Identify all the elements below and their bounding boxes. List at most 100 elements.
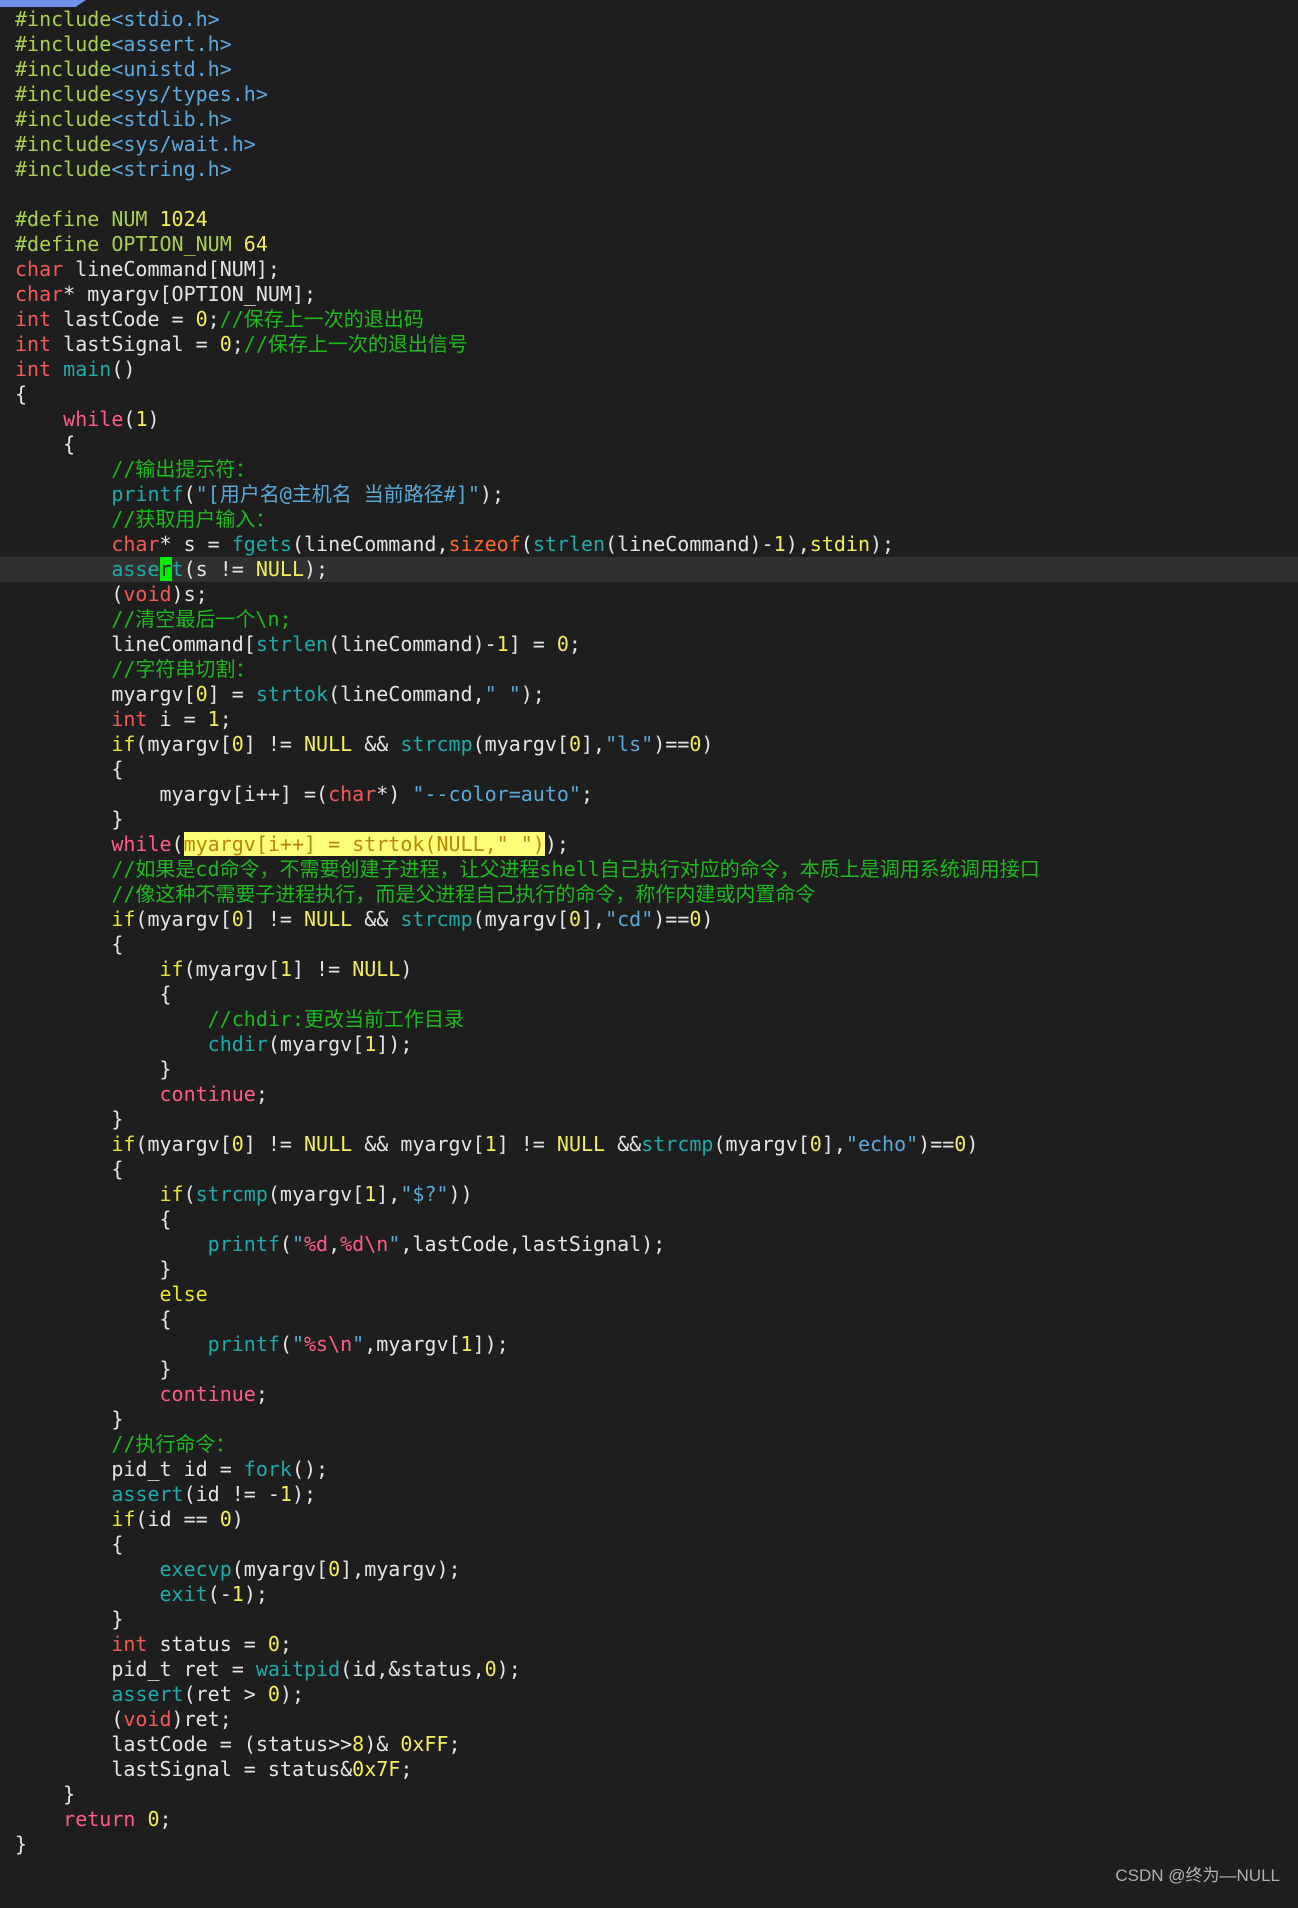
code-line[interactable] (0, 182, 1298, 207)
code-line[interactable]: } (0, 1257, 1298, 1282)
code-line[interactable]: lineCommand[strlen(lineCommand)-1] = 0; (0, 632, 1298, 657)
code-line[interactable]: char* s = fgets(lineCommand,sizeof(strle… (0, 532, 1298, 557)
code-text: (lineCommand)- (605, 532, 774, 556)
comment: //获取用户输入： (111, 507, 276, 531)
code-line[interactable]: } (0, 1107, 1298, 1132)
comment: //清空最后一个\n; (111, 607, 292, 631)
code-line[interactable]: char* myargv[OPTION_NUM]; (0, 282, 1298, 307)
code-line[interactable]: { (0, 1207, 1298, 1232)
code-line[interactable]: } (0, 1832, 1298, 1857)
code-line[interactable]: { (0, 432, 1298, 457)
code-line[interactable]: } (0, 1607, 1298, 1632)
code-line[interactable]: int lastSignal = 0;//保存上一次的退出信号 (0, 332, 1298, 357)
code-editor[interactable]: #include<stdio.h> #include<assert.h> #incl… (0, 7, 1298, 1857)
code-line[interactable]: continue; (0, 1382, 1298, 1407)
code-text: } (15, 1782, 76, 1806)
code-line[interactable]: while(1) (0, 407, 1298, 432)
line-text: printf("%d,%d\n",lastCode,lastSignal); (15, 1232, 666, 1257)
code-line[interactable]: int lastCode = 0;//保存上一次的退出码 (0, 307, 1298, 332)
line-text: //如果是cd命令，不需要创建子进程，让父进程shell自己执行对应的命令，本质… (15, 857, 1039, 882)
code-line[interactable]: } (0, 1782, 1298, 1807)
code-line[interactable]: #include<stdlib.h> (0, 107, 1298, 132)
code-line[interactable]: pid_t ret = waitpid(id,&status,0); (0, 1657, 1298, 1682)
code-line[interactable]: //执行命令： (0, 1432, 1298, 1457)
line-text: //获取用户输入： (15, 507, 275, 532)
code-line[interactable]: printf("[用户名@主机名 当前路径#]"); (0, 482, 1298, 507)
code-line[interactable]: int i = 1; (0, 707, 1298, 732)
type-keyword: char (111, 532, 160, 556)
code-line[interactable]: printf("%s\n",myargv[1]); (0, 1332, 1298, 1357)
code-text: ; (207, 307, 220, 331)
code-line[interactable]: } (0, 1407, 1298, 1432)
code-line[interactable]: if(strcmp(myargv[1],"$?")) (0, 1182, 1298, 1207)
code-line[interactable]: int status = 0; (0, 1632, 1298, 1657)
function-name: printf (207, 1332, 280, 1356)
code-line[interactable]: lastCode = (status>>8)& 0xFF; (0, 1732, 1298, 1757)
line-text: execvp(myargv[0],myargv); (15, 1557, 461, 1582)
constant: 1 (364, 1182, 377, 1206)
code-line[interactable]: (void)s; (0, 582, 1298, 607)
code-line[interactable]: if(myargv[0] != NULL && strcmp(myargv[0]… (0, 907, 1298, 932)
code-line[interactable]: //输出提示符： (0, 457, 1298, 482)
line-text: if(myargv[0] != NULL && myargv[1] != NUL… (15, 1132, 978, 1157)
code-line[interactable]: pid_t id = fork(); (0, 1457, 1298, 1482)
line-text: myargv[i++] =(char*) "--color=auto"; (15, 782, 593, 807)
code-line[interactable]: lastSignal = status&0x7F; (0, 1757, 1298, 1782)
code-line[interactable]: #include<sys/types.h> (0, 82, 1298, 107)
code-line[interactable]: myargv[0] = strtok(lineCommand," "); (0, 682, 1298, 707)
code-line[interactable]: #define OPTION_NUM 64 (0, 232, 1298, 257)
code-line[interactable]: while(myargv[i++] = strtok(NULL," ")); (0, 832, 1298, 857)
code-line[interactable]: #include<string.h> (0, 157, 1298, 182)
text-cursor: r (159, 557, 172, 581)
constant: 1024 (159, 207, 208, 231)
line-text: continue; (15, 1082, 268, 1107)
code-line[interactable]: if(myargv[0] != NULL && myargv[1] != NUL… (0, 1132, 1298, 1157)
code-line[interactable]: char lineCommand[NUM]; (0, 257, 1298, 282)
code-line[interactable]: if(myargv[1] != NULL) (0, 957, 1298, 982)
code-line-current[interactable]: assert(s != NULL); (0, 557, 1298, 582)
code-line[interactable]: } (0, 807, 1298, 832)
code-line[interactable]: #include<stdio.h> (0, 7, 1298, 32)
code-line[interactable]: { (0, 1307, 1298, 1332)
code-line[interactable]: return 0; (0, 1807, 1298, 1832)
code-line[interactable]: { (0, 382, 1298, 407)
code-line[interactable]: { (0, 757, 1298, 782)
code-text: ( (15, 1707, 124, 1731)
code-line[interactable]: assert(ret > 0); (0, 1682, 1298, 1707)
code-line[interactable]: printf("%d,%d\n",lastCode,lastSignal); (0, 1232, 1298, 1257)
code-line[interactable]: #include<assert.h> (0, 32, 1298, 57)
code-line[interactable]: { (0, 932, 1298, 957)
code-line[interactable]: if(id == 0) (0, 1507, 1298, 1532)
code-line[interactable]: { (0, 982, 1298, 1007)
code-line[interactable]: //获取用户输入： (0, 507, 1298, 532)
line-text: } (15, 1782, 75, 1807)
code-line[interactable]: exit(-1); (0, 1582, 1298, 1607)
code-line[interactable]: #include<unistd.h> (0, 57, 1298, 82)
code-line[interactable]: } (0, 1357, 1298, 1382)
code-line[interactable]: { (0, 1532, 1298, 1557)
code-line[interactable]: myargv[i++] =(char*) "--color=auto"; (0, 782, 1298, 807)
code-line[interactable]: (void)ret; (0, 1707, 1298, 1732)
code-line[interactable]: //像这种不需要子进程执行，而是父进程自己执行的命令，称作内建或内置命令 (0, 882, 1298, 907)
code-line[interactable]: execvp(myargv[0],myargv); (0, 1557, 1298, 1582)
code-line[interactable]: //字符串切割： (0, 657, 1298, 682)
code-line[interactable]: continue; (0, 1082, 1298, 1107)
code-line[interactable]: chdir(myargv[1]); (0, 1032, 1298, 1057)
code-line[interactable]: { (0, 1157, 1298, 1182)
code-line[interactable]: //清空最后一个\n; (0, 607, 1298, 632)
code-line[interactable]: } (0, 1057, 1298, 1082)
code-line[interactable]: //chdir:更改当前工作目录 (0, 1007, 1298, 1032)
code-line[interactable]: #define NUM 1024 (0, 207, 1298, 232)
code-line[interactable]: if(myargv[0] != NULL && strcmp(myargv[0]… (0, 732, 1298, 757)
code-line[interactable]: assert(id != -1); (0, 1482, 1298, 1507)
code-line[interactable]: #include<sys/wait.h> (0, 132, 1298, 157)
function-name: execvp (159, 1557, 232, 1581)
constant: 1 (279, 1482, 292, 1506)
code-text: ( (279, 1332, 292, 1356)
file-tab[interactable] (0, 0, 86, 7)
code-text: , (328, 1232, 341, 1256)
constant: 0 (568, 907, 581, 931)
code-line[interactable]: else (0, 1282, 1298, 1307)
code-line[interactable]: //如果是cd命令，不需要创建子进程，让父进程shell自己执行对应的命令，本质… (0, 857, 1298, 882)
code-line[interactable]: int main() (0, 357, 1298, 382)
